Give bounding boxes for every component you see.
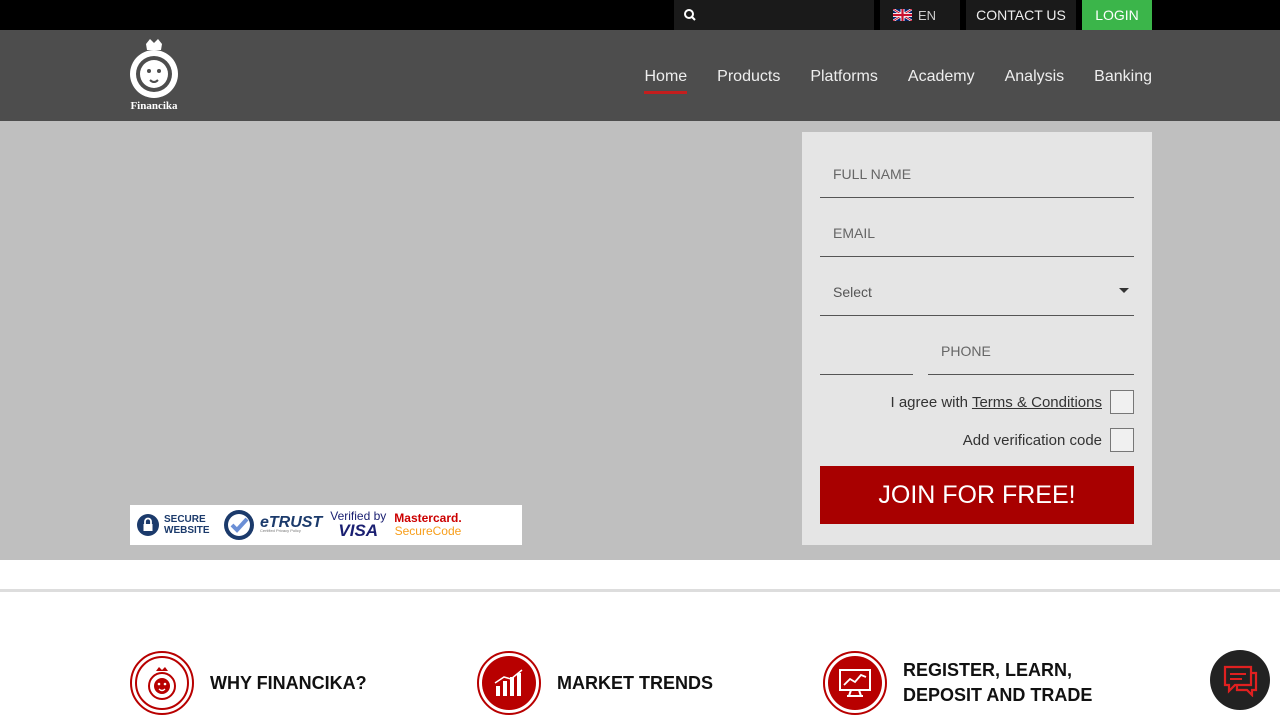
nav-item-products[interactable]: Products (717, 68, 780, 90)
language-selector[interactable]: EN (880, 0, 960, 30)
securecode-text: SecureCode (394, 524, 462, 538)
bar-chart-icon (482, 656, 536, 710)
security-badges: SECURE WEBSITE eTRUST Certified Privacy … (130, 505, 522, 545)
nav-item-home[interactable]: Home (644, 68, 687, 94)
secure-website-text: SECURE WEBSITE (164, 514, 210, 536)
uk-flag-icon (893, 9, 912, 21)
search-box[interactable] (674, 0, 874, 30)
feature-market-trends[interactable]: MARKET TRENDS (477, 651, 713, 715)
language-code: EN (918, 7, 937, 23)
search-icon[interactable] (683, 8, 697, 22)
section-divider (0, 589, 1280, 592)
nav-item-platforms[interactable]: Platforms (810, 68, 878, 90)
full-name-input[interactable] (820, 151, 1134, 197)
nav-item-analysis[interactable]: Analysis (1005, 68, 1065, 90)
secure-website-badge: SECURE WEBSITE (136, 513, 214, 537)
etrust-badge: eTRUST Certified Privacy Policy (222, 508, 322, 542)
terms-prefix: I agree with (890, 393, 972, 411)
lock-icon (137, 514, 159, 536)
signup-form: Select I agree with Terms & Conditions A… (802, 132, 1152, 545)
chat-widget-button[interactable] (1210, 650, 1270, 710)
phone-input[interactable] (928, 328, 1134, 374)
contact-us-button[interactable]: CONTACT US (966, 0, 1076, 30)
nav-menu: Home Products Platforms Academy Analysis… (644, 68, 1152, 94)
phone-prefix-field[interactable] (820, 328, 913, 375)
lion-crest-icon (130, 39, 178, 98)
brand-name: Financika (130, 100, 178, 112)
mastercard-securecode-badge: Mastercard. SecureCode (394, 512, 461, 538)
feature-label: WHY FINANCIKA? (210, 672, 367, 693)
full-name-field[interactable] (820, 151, 1134, 198)
email-field[interactable] (820, 210, 1134, 257)
terms-link[interactable]: Terms & Conditions (972, 394, 1102, 411)
select-value: Select (833, 284, 872, 300)
main-navbar: Financika Home Products Platforms Academ… (0, 30, 1280, 121)
feature-register-learn[interactable]: REGISTER, LEARN, DEPOSIT AND TRADE (823, 651, 1153, 715)
caret-down-icon (1119, 288, 1129, 293)
feature-label: MARKET TRENDS (557, 672, 713, 693)
lion-icon (135, 656, 189, 710)
hero-section: SECURE WEBSITE eTRUST Certified Privacy … (0, 121, 1280, 560)
nav-item-academy[interactable]: Academy (908, 68, 975, 90)
verification-checkbox[interactable] (1110, 428, 1134, 452)
nav-item-banking[interactable]: Banking (1094, 68, 1152, 90)
country-select[interactable]: Select (820, 269, 1134, 316)
visa-bottom-text: VISA (338, 521, 379, 540)
terms-checkbox[interactable] (1110, 390, 1134, 414)
verification-label: Add verification code (962, 431, 1102, 449)
verification-row: Add verification code (963, 428, 1134, 452)
etrust-text: eTRUST (260, 514, 323, 531)
terms-row: I agree with Terms & Conditions (890, 390, 1134, 414)
feature-why-financika[interactable]: WHY FINANCIKA? (130, 651, 367, 715)
top-bar: EN CONTACT US LOGIN (0, 0, 1280, 30)
phone-prefix-input[interactable] (820, 328, 913, 374)
phone-field[interactable] (928, 328, 1134, 375)
terms-label: I agree with Terms & Conditions (890, 394, 1102, 411)
feature-label: REGISTER, LEARN, DEPOSIT AND TRADE (903, 660, 1093, 705)
chat-bubbles-icon (1223, 665, 1258, 697)
check-seal-icon (224, 510, 254, 540)
feature-circle (477, 651, 541, 715)
verified-by-visa-badge: Verified by VISA (330, 510, 386, 540)
join-button[interactable]: JOIN FOR FREE! (820, 466, 1134, 524)
logo[interactable]: Financika (126, 38, 182, 114)
monitor-chart-icon (828, 656, 882, 710)
login-button[interactable]: LOGIN (1082, 0, 1152, 30)
feature-circle (823, 651, 887, 715)
feature-circle (130, 651, 194, 715)
search-input[interactable] (702, 0, 870, 30)
email-input[interactable] (820, 210, 1134, 256)
